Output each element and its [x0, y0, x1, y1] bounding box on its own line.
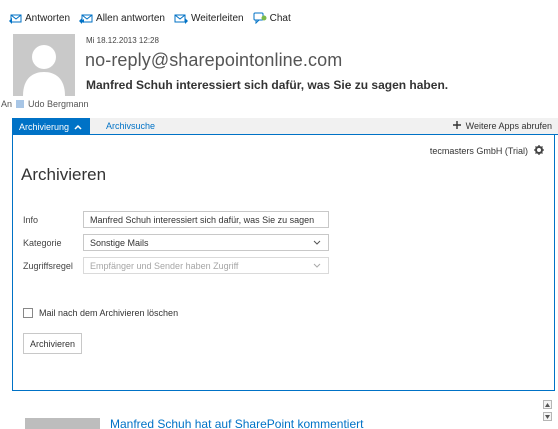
scroll-down-icon[interactable]	[543, 412, 552, 421]
delete-after-archive-checkbox[interactable]	[23, 308, 33, 318]
category-label: Kategorie	[23, 238, 62, 248]
delete-after-archive-row: Mail nach dem Archivieren löschen	[23, 308, 178, 318]
access-value: Empfänger und Sender haben Zugriff	[90, 260, 239, 271]
delete-after-archive-label: Mail nach dem Archivieren löschen	[39, 308, 179, 318]
sender-address[interactable]: no-reply@sharepointonline.com	[85, 50, 342, 71]
message-subject: Manfred Schuh interessiert sich dafür, w…	[86, 78, 449, 92]
forward-icon	[174, 12, 188, 24]
recipient-row: An Udo Bergmann	[1, 99, 89, 109]
more-apps-label: Weitere Apps abrufen	[465, 121, 552, 131]
forward-button[interactable]: Weiterleiten	[174, 12, 244, 24]
forward-label: Weiterleiten	[190, 12, 244, 24]
sender-avatar	[13, 34, 75, 96]
archive-button[interactable]: Archivieren	[23, 333, 83, 354]
more-apps-button[interactable]: Weitere Apps abrufen	[452, 121, 552, 131]
reply-all-button[interactable]: Allen antworten	[79, 12, 165, 24]
chevron-down-icon	[312, 240, 322, 245]
panel-title: Archivieren	[21, 165, 107, 184]
plus-icon	[452, 121, 461, 131]
reply-all-label: Allen antworten	[96, 12, 165, 24]
chat-label: Chat	[269, 12, 291, 24]
info-label: Info	[23, 215, 39, 225]
access-rule-select: Empfänger und Sender haben Zugriff	[83, 257, 329, 274]
chat-icon	[253, 12, 267, 24]
app-tab-bar: Archivierung Archivsuche Weitere Apps ab…	[12, 118, 558, 135]
reading-toolbar: Antworten Allen antworten Weiterleiten C…	[8, 9, 291, 27]
to-label: An	[1, 99, 13, 109]
chevron-up-icon	[74, 122, 82, 132]
info-value: Manfred Schuh interessiert sich dafür, w…	[90, 214, 315, 225]
reply-button[interactable]: Antworten	[8, 12, 70, 24]
reply-all-icon	[79, 12, 93, 24]
category-value: Sonstige Mails	[90, 237, 149, 248]
message-body-preview: Manfred Schuh hat auf SharePoint komment…	[0, 393, 558, 429]
info-field[interactable]: Manfred Schuh interessiert sich dafür, w…	[83, 211, 329, 228]
tab-archivierung-label: Archivierung	[19, 121, 70, 132]
message-date: Mi 18.12.2013 12:28	[86, 36, 159, 45]
chevron-down-icon	[312, 263, 322, 268]
reply-icon	[8, 12, 22, 24]
reply-label: Antworten	[25, 12, 71, 24]
tab-archivierung[interactable]: Archivierung	[12, 118, 90, 135]
archive-panel: tecmasters GmbH (Trial) Archivieren Info…	[12, 135, 555, 391]
tenant-name: tecmasters GmbH (Trial)	[429, 146, 528, 156]
chat-button[interactable]: Chat	[253, 12, 291, 24]
scroll-up-icon[interactable]	[543, 400, 552, 409]
tab-archivsuche[interactable]: Archivsuche	[106, 121, 155, 131]
recipient-presence-icon	[16, 100, 25, 108]
body-link[interactable]: Manfred Schuh hat auf SharePoint komment…	[110, 417, 363, 429]
recipient-name[interactable]: Udo Bergmann	[28, 99, 89, 109]
category-select[interactable]: Sonstige Mails	[83, 234, 329, 251]
gear-icon[interactable]	[534, 145, 544, 157]
access-label: Zugriffsregel	[23, 261, 73, 271]
tenant-info: tecmasters GmbH (Trial)	[430, 145, 544, 157]
body-thumbnail	[25, 418, 100, 429]
